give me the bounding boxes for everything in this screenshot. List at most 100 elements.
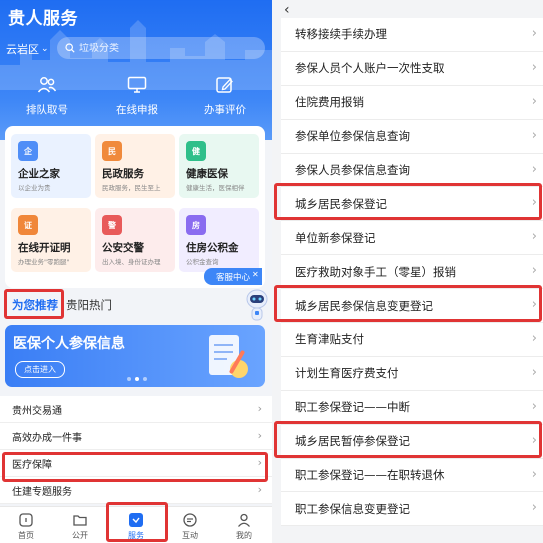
chevron-right-icon: › — [257, 429, 262, 442]
region-selector[interactable]: 云岩区 ⌄ — [6, 41, 49, 57]
service-shield-icon — [129, 513, 143, 527]
region-label: 云岩区 — [6, 43, 39, 56]
people-icon — [37, 77, 57, 93]
medical-insurance-services-screen: ‹ 转移接续手续办理 › 参保人员个人账户一次性支取 › 住院费用报销 › 参保单位参… — [272, 0, 543, 543]
housing-icon: 房 — [186, 215, 206, 235]
home-screen: 贵人服务 云岩区 ⌄ 排队取号 在线申报 办事评价 — [0, 0, 272, 543]
carousel-dots — [127, 377, 147, 381]
quick-action-apply[interactable]: 在线申报 — [92, 76, 182, 117]
chevron-right-icon: › — [531, 398, 537, 414]
tile-housing-fund[interactable]: 房 住房公积金 公积金查询 — [179, 208, 259, 272]
police-icon: 警 — [102, 215, 122, 235]
tab-guiyang-hot[interactable]: 贵阳热门 — [66, 297, 112, 313]
tile-police[interactable]: 警 公安交警 出入境、身份证办理 — [95, 208, 175, 272]
tile-title: 健康医保 — [186, 168, 228, 180]
tile-subtitle: 办理业务"零跑腿" — [18, 258, 70, 266]
tile-health-insurance[interactable]: 健 健康医保 健康生活，医保相伴 — [179, 134, 259, 198]
service-list: 贵州交易通 › 高效办成一件事 › 医疗保障 › 住建专题服务 › — [0, 396, 272, 504]
tab-recommended[interactable]: 为您推荐 — [12, 297, 58, 313]
enterprise-icon: 企 — [18, 141, 38, 161]
nav-service[interactable]: 服务 — [116, 512, 156, 541]
list-item[interactable]: 参保人员参保信息查询 › — [281, 154, 543, 188]
tile-enterprise[interactable]: 企 企业之家 以企业为贵 — [11, 134, 91, 198]
chevron-right-icon: › — [531, 297, 537, 313]
tile-title: 民政服务 — [102, 168, 144, 180]
chevron-right-icon: › — [531, 331, 537, 347]
banner-enter-button[interactable]: 点击进入 — [15, 361, 65, 378]
tile-title: 企业之家 — [18, 168, 60, 180]
monitor-icon — [127, 76, 147, 93]
list-item-medical-security[interactable]: 医疗保障 › — [0, 450, 272, 477]
list-item[interactable]: 贵州交易通 › — [0, 396, 272, 423]
chevron-right-icon: › — [257, 456, 262, 469]
insurance-info-banner[interactable]: 医保个人参保信息 点击进入 — [5, 325, 265, 387]
tile-subtitle: 以企业为贵 — [18, 184, 51, 192]
banner-title: 医保个人参保信息 — [13, 336, 125, 352]
civil-affairs-icon: 民 — [102, 141, 122, 161]
list-item[interactable]: 计划生育医疗费支付 › — [281, 357, 543, 391]
search-input[interactable] — [79, 42, 249, 54]
tile-title: 住房公积金 — [186, 242, 239, 254]
nav-home[interactable]: 首页 — [6, 512, 46, 541]
quick-action-label: 排队取号 — [26, 104, 68, 116]
chevron-down-icon: ⌄ — [41, 44, 49, 54]
chevron-right-icon: › — [531, 195, 537, 211]
tile-civil-affairs[interactable]: 民 民政服务 民政服务，民生至上 — [95, 134, 175, 198]
tile-title: 公安交警 — [102, 242, 144, 254]
list-item[interactable]: 住建专题服务 › — [0, 477, 272, 504]
search-icon — [65, 43, 75, 53]
nav-interact[interactable]: 互动 — [170, 512, 210, 541]
tile-subtitle: 公积金查询 — [186, 258, 219, 266]
quick-action-queue[interactable]: 排队取号 — [2, 76, 92, 117]
hero-header: 贵人服务 云岩区 ⌄ 排队取号 在线申报 办事评价 — [0, 0, 272, 140]
bottom-nav: 首页 公开 服务 互动 我的 — [0, 506, 272, 543]
user-icon — [238, 513, 250, 527]
list-item[interactable]: 单位新参保登记 › — [281, 221, 543, 256]
nav-public[interactable]: 公开 — [60, 512, 100, 541]
tile-subtitle: 健康生活，医保相伴 — [186, 184, 245, 192]
tile-title: 在线开证明 — [18, 242, 71, 254]
home-icon — [19, 513, 33, 527]
chevron-right-icon: › — [531, 93, 537, 109]
tile-subtitle: 出入境、身份证办理 — [102, 258, 161, 266]
health-icon: 健 — [186, 141, 206, 161]
list-item[interactable]: 参保人员个人账户一次性支取 › — [281, 52, 543, 86]
list-item[interactable]: 参保单位参保信息查询 › — [281, 120, 543, 154]
chevron-right-icon: › — [531, 500, 537, 516]
chevron-right-icon: › — [531, 364, 537, 380]
chevron-right-icon: › — [531, 127, 537, 143]
list-item[interactable]: 职工参保登记——中断 › — [281, 391, 543, 425]
list-item[interactable]: 高效办成一件事 › — [0, 423, 272, 450]
tab-underline — [18, 316, 48, 318]
chat-icon — [183, 513, 197, 527]
document-illustration-icon — [209, 335, 248, 378]
app-title: 贵人服务 — [8, 9, 78, 29]
chevron-right-icon: › — [531, 229, 537, 245]
chevron-right-icon: › — [257, 483, 262, 496]
list-item-resident-registration[interactable]: 城乡居民参保登记 › — [281, 187, 543, 222]
tile-online-certificate[interactable]: 证 在线开证明 办理业务"零跑腿" — [11, 208, 91, 272]
chevron-right-icon: › — [531, 466, 537, 482]
back-arrow-icon[interactable]: ‹ — [284, 2, 290, 18]
recommend-tabs: 为您推荐 贵阳热门 — [0, 294, 272, 320]
service-tiles-card: 企 企业之家 以企业为贵 民 民政服务 民政服务，民生至上 健 健康医保 健康生… — [5, 126, 265, 288]
nav-mine[interactable]: 我的 — [224, 512, 264, 541]
chevron-right-icon: › — [531, 59, 537, 75]
list-item[interactable]: 转移接续手续办理 › — [281, 18, 543, 52]
chevron-right-icon: › — [531, 161, 537, 177]
list-item[interactable]: 住院费用报销 › — [281, 86, 543, 120]
quick-action-evaluate[interactable]: 办事评价 — [180, 76, 270, 117]
edit-icon — [216, 77, 233, 93]
close-icon[interactable]: ✕ — [252, 270, 259, 279]
list-item[interactable]: 医疗救助对象手工（零星）报销 › — [281, 255, 543, 290]
list-item[interactable]: 生育津贴支付 › — [281, 323, 543, 357]
quick-action-label: 办事评价 — [204, 104, 246, 116]
folder-icon — [73, 515, 87, 526]
chevron-right-icon: › — [531, 26, 537, 41]
list-item-resident-info-change[interactable]: 城乡居民参保信息变更登记 › — [281, 289, 543, 324]
list-item-resident-suspend[interactable]: 城乡居民暂停参保登记 › — [281, 425, 543, 459]
insurance-service-list: 转移接续手续办理 › 参保人员个人账户一次性支取 › 住院费用报销 › 参保单位参保信… — [281, 18, 543, 527]
list-item[interactable]: 职工参保信息变更登记 › — [281, 492, 543, 527]
list-item[interactable]: 职工参保登记——在职转退休 › — [281, 459, 543, 493]
search-bar[interactable] — [57, 37, 265, 59]
